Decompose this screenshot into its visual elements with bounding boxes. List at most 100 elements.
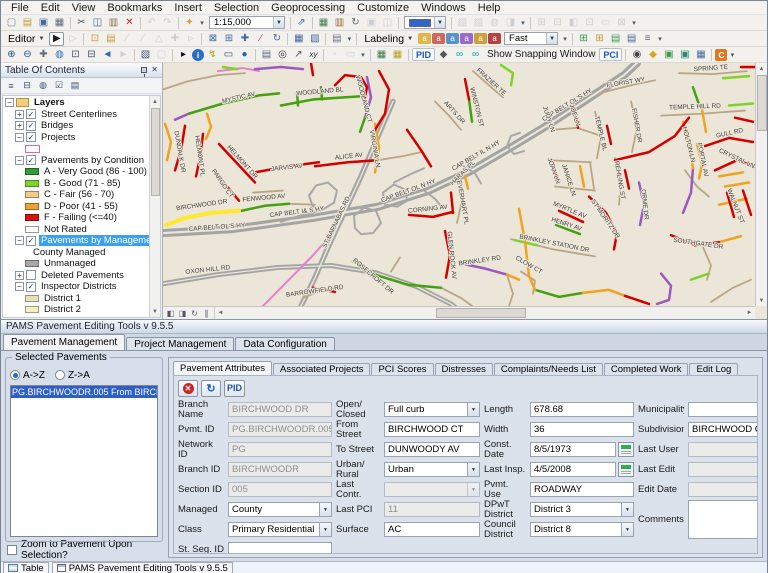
pams-dock-tab[interactable]: PAMS Pavement Editing Tools v 9.5.5 [51, 562, 233, 573]
toc-item-d-poor-41-55[interactable]: D - Poor (41 - 55) [3, 201, 149, 213]
menu-help[interactable]: Help [472, 2, 507, 14]
expand-icon[interactable]: + [15, 109, 24, 119]
map-scroll-down-icon[interactable]: ▼ [756, 295, 767, 306]
zoom-in-button[interactable]: ⊕ [4, 48, 19, 62]
find-button[interactable]: ◎ [275, 48, 290, 62]
data-view-button[interactable]: ▦ [316, 16, 331, 30]
search-window-button[interactable]: ◍ [487, 16, 502, 30]
editor-more-button[interactable]: ▤ [329, 32, 344, 46]
menu-view[interactable]: View [66, 2, 102, 14]
attr-tab-complaints-needs-list[interactable]: Complaints/Needs List [493, 363, 603, 375]
endpoint-tool-button[interactable]: ▹ [183, 32, 198, 46]
menu-file[interactable]: File [5, 2, 35, 14]
fixed-zoom-out-button[interactable]: ⊟ [84, 48, 99, 62]
overflow-caret-2[interactable]: ▾ [630, 16, 638, 30]
layer-checkbox[interactable]: ✓ [26, 235, 36, 246]
toc-item-deleted-pavements[interactable]: + Deleted Pavements [3, 270, 149, 282]
rotate-tool-button[interactable]: ∕ [253, 32, 268, 46]
date-input[interactable]: 8/5/1973 [530, 442, 616, 457]
label-caret[interactable]: ▾ [561, 32, 569, 46]
xy-tool-button[interactable]: xy [307, 48, 320, 62]
pause-drawing-icon[interactable]: ∥ [201, 308, 212, 318]
toc-item-county-managed[interactable]: County Managed [3, 247, 149, 259]
map-canvas[interactable]: MYSTIC AV WOODLAND BL WOODLAND CT DUNDALK D… [163, 63, 767, 319]
teal-table-button[interactable]: ▣ [677, 48, 692, 62]
combo-arrow-icon[interactable]: ▼ [273, 17, 284, 28]
html-popup-button[interactable]: ▭ [221, 48, 236, 62]
map-scroll-left-icon[interactable]: ◄ [215, 308, 226, 319]
dropdown-arrow-icon[interactable]: ▼ [467, 463, 479, 476]
menu-geoprocessing[interactable]: Geoprocessing [265, 2, 351, 14]
identify-button[interactable]: i [192, 48, 204, 61]
map-scale-combo[interactable]: 1:15,000 ▼ [209, 16, 285, 29]
comments-textarea[interactable] [688, 500, 757, 539]
refresh-drawing-icon[interactable]: ↻ [189, 308, 200, 318]
gp-button-1[interactable]: ⊞ [534, 16, 549, 30]
infinity-tool-button[interactable]: ∞ [452, 48, 467, 62]
sort-radio-z-a[interactable]: Z->A [54, 370, 90, 381]
pid-tool-button[interactable]: PID [412, 48, 436, 61]
pin-icon[interactable] [141, 67, 148, 77]
label-caret-2[interactable]: ▾ [656, 32, 664, 46]
pavement-listbox[interactable]: PG.BIRCHWOODR.005 From BIRCHWOOD CT to D [10, 385, 158, 537]
menu-edit[interactable]: Edit [35, 2, 66, 14]
editor-menu[interactable]: Editor ▼ [4, 33, 48, 45]
toc-item-not-rated[interactable]: Not Rated [3, 224, 149, 236]
preview-button[interactable]: ◉ [629, 48, 644, 62]
collapse-icon[interactable]: − [15, 282, 24, 292]
viewer-2-button[interactable]: ▭ [343, 48, 358, 62]
combo-arrow-icon[interactable]: ▼ [546, 33, 558, 44]
trace-tool-button[interactable]: △ [151, 32, 166, 46]
clear-selection-button[interactable]: ▢ [154, 48, 169, 62]
move-tool-button[interactable]: ✚ [237, 32, 252, 46]
map-scroll-right-icon[interactable]: ► [744, 308, 755, 319]
layer-checkbox[interactable]: ✓ [26, 120, 36, 131]
label-list-button[interactable]: ≡ [640, 32, 655, 46]
save-button[interactable]: ▣ [36, 16, 51, 30]
menu-customize[interactable]: Customize [351, 2, 415, 14]
toc-item-a-very-good-86-100[interactable]: A - Very Good (86 - 100) [3, 166, 149, 178]
overflow-caret-1[interactable]: ▾ [519, 16, 527, 30]
text-input[interactable]: BIRCHWOOD CT [384, 422, 480, 437]
toc-item-f-failing-40[interactable]: F - Failing (<=40) [3, 212, 149, 224]
dropdown-arrow-icon[interactable]: ▼ [621, 503, 633, 516]
toc-item-projects[interactable]: − ✓ Projects [3, 132, 149, 144]
overflow-caret-3[interactable]: ▾ [359, 48, 367, 62]
dropdown[interactable]: County ▼ [228, 502, 332, 517]
overflow-caret-4[interactable]: ▾ [728, 48, 736, 62]
toc-group-layers[interactable]: − Layers [3, 97, 149, 109]
scroll-down-icon[interactable]: ▼ [150, 306, 161, 317]
forward-extent-button[interactable]: ► [116, 48, 131, 62]
magnifier-pan-button[interactable]: ⇗ [294, 16, 309, 30]
text-input[interactable] [228, 542, 332, 553]
pams-tab-pavement-management[interactable]: Pavement Management [3, 334, 126, 350]
green-table-button[interactable]: ▣ [661, 48, 676, 62]
dropdown[interactable]: Urban ▼ [384, 462, 480, 477]
data-frame-icon[interactable]: ◧ [165, 308, 176, 318]
toc-item-b-good-71-85[interactable]: B - Good (71 - 85) [3, 178, 149, 190]
close-icon[interactable]: ✕ [151, 66, 158, 74]
label-view-button[interactable]: ▤ [608, 32, 623, 46]
edit-annotation-button[interactable]: ▷ [65, 32, 80, 46]
toc-item-pavements-by-management[interactable]: − ✓ Pavements by Management [3, 235, 149, 247]
list-by-selection-button[interactable]: ☑ [52, 79, 66, 92]
c-tool-button[interactable]: C [715, 48, 728, 61]
open-button[interactable]: ▤ [20, 16, 35, 30]
toc-item-inspector-districts[interactable]: − ✓ Inspector Districts [3, 281, 149, 293]
pci-tool-button[interactable]: PCI [599, 48, 623, 61]
menu-windows[interactable]: Windows [415, 2, 472, 14]
gp-button-3[interactable]: ◧ [566, 16, 581, 30]
select-features-button[interactable]: ▧ [138, 48, 153, 62]
combo-arrow-icon[interactable]: ▼ [434, 17, 445, 28]
toc-item-c-fair-56-70[interactable]: C - Fair (56 - 70) [3, 189, 149, 201]
time-slider-button[interactable]: ▤ [259, 48, 274, 62]
layer-checkbox[interactable]: ✓ [26, 109, 36, 120]
menu-selection[interactable]: Selection [208, 2, 265, 14]
pams-tab-data-configuration[interactable]: Data Configuration [235, 337, 335, 350]
select-elements-button[interactable]: ▸ [176, 48, 191, 62]
gp-button-2[interactable]: ⊟ [550, 16, 565, 30]
cut-polygon-button[interactable]: ⊠ [205, 32, 220, 46]
pan-button[interactable]: ✚ [36, 48, 51, 62]
redo-button[interactable]: ↷ [160, 16, 175, 30]
refresh-record-button[interactable]: ↻ [201, 379, 221, 397]
